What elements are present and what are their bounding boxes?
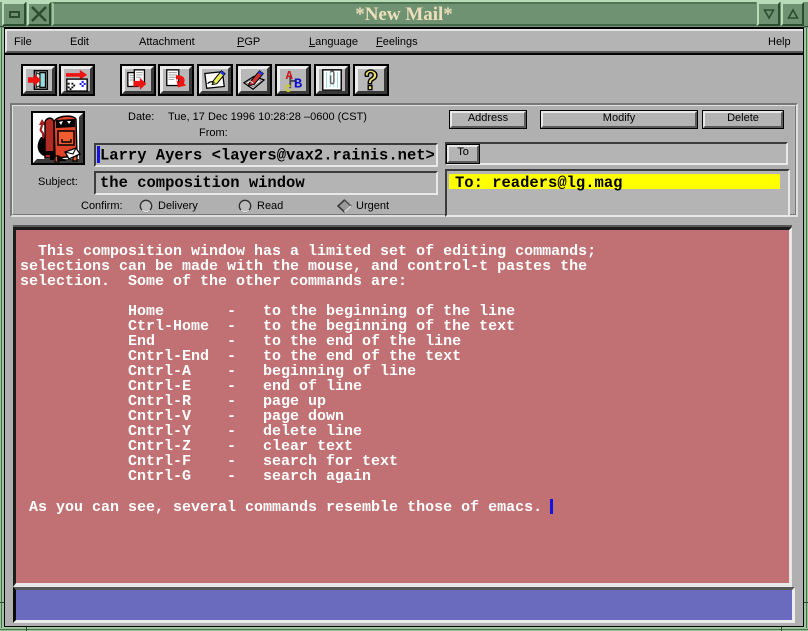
svg-text:C: C xyxy=(285,84,292,92)
svg-text:B: B xyxy=(294,76,303,92)
svg-text:A: A xyxy=(286,69,294,83)
